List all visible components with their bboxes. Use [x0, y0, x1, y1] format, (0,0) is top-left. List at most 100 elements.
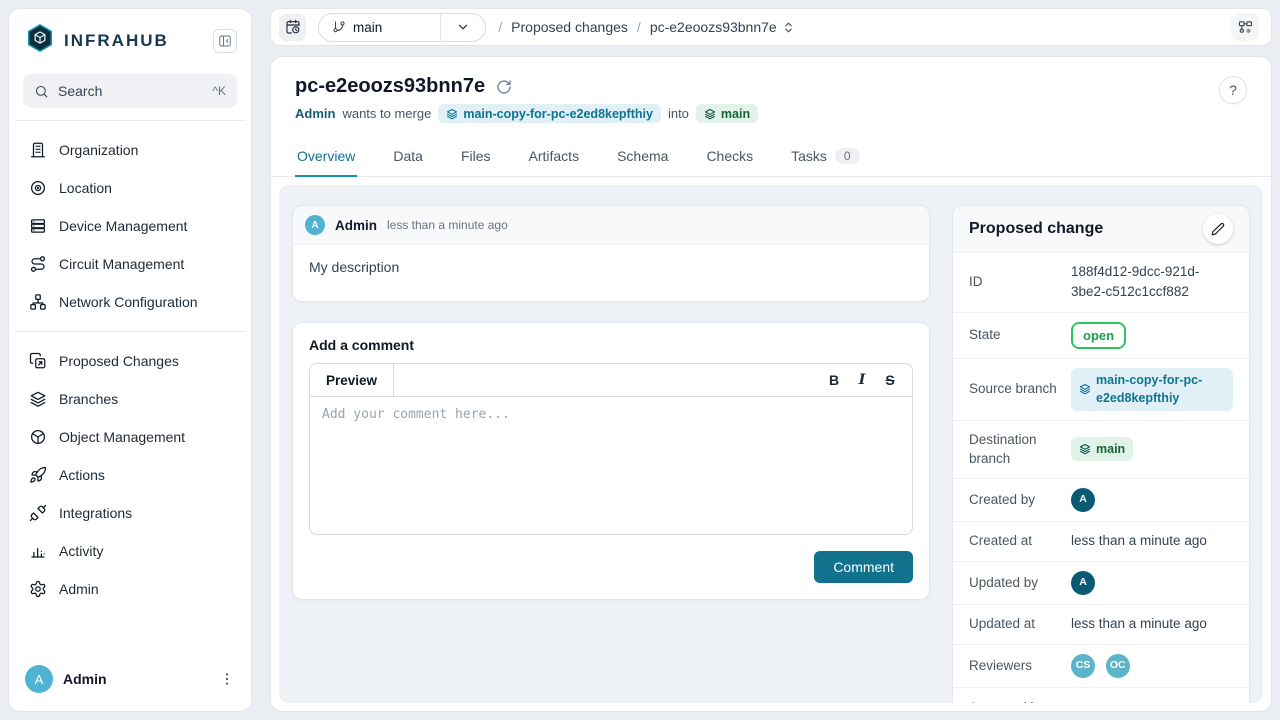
avatar: A	[25, 665, 53, 693]
layers-icon	[446, 108, 458, 120]
sidebar-item-network-configuration[interactable]: Network Configuration	[19, 283, 241, 321]
destination-branch-badge[interactable]: main	[1071, 437, 1133, 461]
sidebar-collapse-icon[interactable]	[213, 29, 237, 53]
topbar: main / Proposed changes / pc-e2eoozs93bn…	[270, 8, 1272, 46]
layers-icon	[704, 108, 716, 120]
user-menu-kebab-icon[interactable]	[219, 671, 235, 687]
tab-overview[interactable]: Overview	[295, 135, 357, 177]
merge-conjunction: into	[668, 106, 689, 121]
breadcrumb-current-label: pc-e2eoozs93bnn7e	[650, 19, 777, 35]
detail-row-approved-by: Approved by	[953, 688, 1249, 703]
merge-author[interactable]: Admin	[295, 106, 335, 121]
tasks-count-badge: 0	[835, 148, 860, 164]
breadcrumb: / Proposed changes / pc-e2eoozs93bnn7e	[498, 19, 794, 35]
page-header: pc-e2eoozs93bnn7e ? Admin wants to merge…	[271, 57, 1271, 123]
source-branch-badge[interactable]: main-copy-for-pc-e2ed8kepfthiy	[1071, 368, 1233, 411]
breadcrumb-current-selector[interactable]: pc-e2eoozs93bnn7e	[650, 19, 795, 35]
preview-tab[interactable]: Preview	[310, 364, 394, 396]
avatar: A	[1071, 488, 1095, 512]
sidebar-item-object-management[interactable]: Object Management	[19, 418, 241, 456]
brand-name: INFRAHUB	[64, 31, 204, 51]
tab-files[interactable]: Files	[459, 135, 493, 177]
strikethrough-icon[interactable]: S	[876, 364, 904, 396]
target-branch-name: main	[721, 107, 750, 121]
route-icon	[29, 255, 47, 273]
sidebar-item-admin[interactable]: Admin	[19, 570, 241, 608]
sidebar-item-proposed-changes[interactable]: Proposed Changes	[19, 342, 241, 380]
sidebar-item-label: Integrations	[59, 505, 132, 521]
detail-row-created-at: Created at less than a minute ago	[953, 522, 1249, 562]
editor-toolbar: Preview B I S	[310, 364, 912, 397]
merge-text: wants to merge	[342, 106, 431, 121]
sidebar-item-label: Branches	[59, 391, 118, 407]
comment-input[interactable]	[310, 397, 912, 534]
avatar: OC	[1106, 654, 1130, 678]
comment-submit-button[interactable]: Comment	[814, 551, 913, 583]
plug-icon	[29, 504, 47, 522]
location-icon	[29, 179, 47, 197]
sidebar-item-location[interactable]: Location	[19, 169, 241, 207]
time-travel-button[interactable]	[279, 14, 306, 41]
sidebar: INFRAHUB Search ^K Organization Location…	[8, 8, 252, 712]
tab-data[interactable]: Data	[391, 135, 425, 177]
comment-thread-card: A Admin less than a minute ago My descri…	[292, 205, 930, 302]
search-placeholder: Search	[58, 83, 203, 99]
italic-icon[interactable]: I	[848, 364, 876, 396]
sidebar-user-row: A Admin	[9, 651, 251, 711]
proposed-changes-icon	[29, 352, 47, 370]
source-branch-name: main-copy-for-pc-e2ed8kepfthiy	[463, 107, 653, 121]
status-badge: open	[1071, 322, 1126, 350]
add-comment-heading: Add a comment	[309, 337, 913, 353]
sidebar-item-integrations[interactable]: Integrations	[19, 494, 241, 532]
bold-icon[interactable]: B	[820, 364, 848, 396]
detail-row-updated-by: Updated by A	[953, 562, 1249, 605]
sidebar-item-label: Organization	[59, 142, 138, 158]
breadcrumb-proposed-changes[interactable]: Proposed changes	[511, 19, 628, 35]
overview-content: A Admin less than a minute ago My descri…	[279, 185, 1263, 703]
sidebar-item-label: Proposed Changes	[59, 353, 179, 369]
target-branch-badge[interactable]: main	[696, 104, 758, 123]
tab-bar: Overview Data Files Artifacts Schema Che…	[271, 135, 1271, 177]
gear-icon	[29, 580, 47, 598]
network-icon	[29, 293, 47, 311]
layers-icon	[1079, 383, 1091, 395]
branch-selector-value-area[interactable]: main	[319, 14, 441, 41]
breadcrumb-separator: /	[498, 19, 502, 35]
detail-row-state: State open	[953, 313, 1249, 360]
comment-body: My description	[293, 245, 929, 301]
building-icon	[29, 141, 47, 159]
sidebar-item-branches[interactable]: Branches	[19, 380, 241, 418]
tab-tasks[interactable]: Tasks 0	[789, 135, 861, 177]
schema-visualizer-button[interactable]	[1231, 13, 1259, 41]
details-header: Proposed change	[953, 206, 1249, 253]
tab-schema[interactable]: Schema	[615, 135, 670, 177]
workflow-icon	[1237, 19, 1254, 36]
sidebar-item-label: Admin	[59, 581, 99, 597]
branch-selector[interactable]: main	[318, 13, 486, 42]
id-value: 188f4d12-9dcc-921d-3be2-c512c1ccf882	[1057, 262, 1233, 303]
chevrons-up-down-icon	[782, 21, 795, 34]
sidebar-item-actions[interactable]: Actions	[19, 456, 241, 494]
chevron-down-icon	[456, 20, 470, 34]
branch-selector-dropdown[interactable]	[441, 14, 485, 41]
layers-icon	[29, 390, 47, 408]
search-input[interactable]: Search ^K	[23, 74, 237, 108]
rocket-icon	[29, 466, 47, 484]
tab-checks[interactable]: Checks	[704, 135, 755, 177]
tab-artifacts[interactable]: Artifacts	[527, 135, 582, 177]
sidebar-item-label: Device Management	[59, 218, 187, 234]
sidebar-item-label: Actions	[59, 467, 105, 483]
sidebar-item-organization[interactable]: Organization	[19, 131, 241, 169]
avatar: CS	[1071, 654, 1095, 678]
edit-icon[interactable]	[1203, 214, 1233, 244]
sphere-icon	[29, 428, 47, 446]
detail-row-destination-branch: Destination branch main	[953, 421, 1249, 479]
help-button[interactable]: ?	[1219, 76, 1247, 104]
sidebar-item-activity[interactable]: Activity	[19, 532, 241, 570]
sidebar-item-circuit-management[interactable]: Circuit Management	[19, 245, 241, 283]
sidebar-item-label: Circuit Management	[59, 256, 184, 272]
sidebar-item-device-management[interactable]: Device Management	[19, 207, 241, 245]
source-branch-badge[interactable]: main-copy-for-pc-e2ed8kepfthiy	[438, 104, 661, 123]
breadcrumb-separator: /	[637, 19, 641, 35]
refresh-icon[interactable]	[496, 79, 512, 95]
